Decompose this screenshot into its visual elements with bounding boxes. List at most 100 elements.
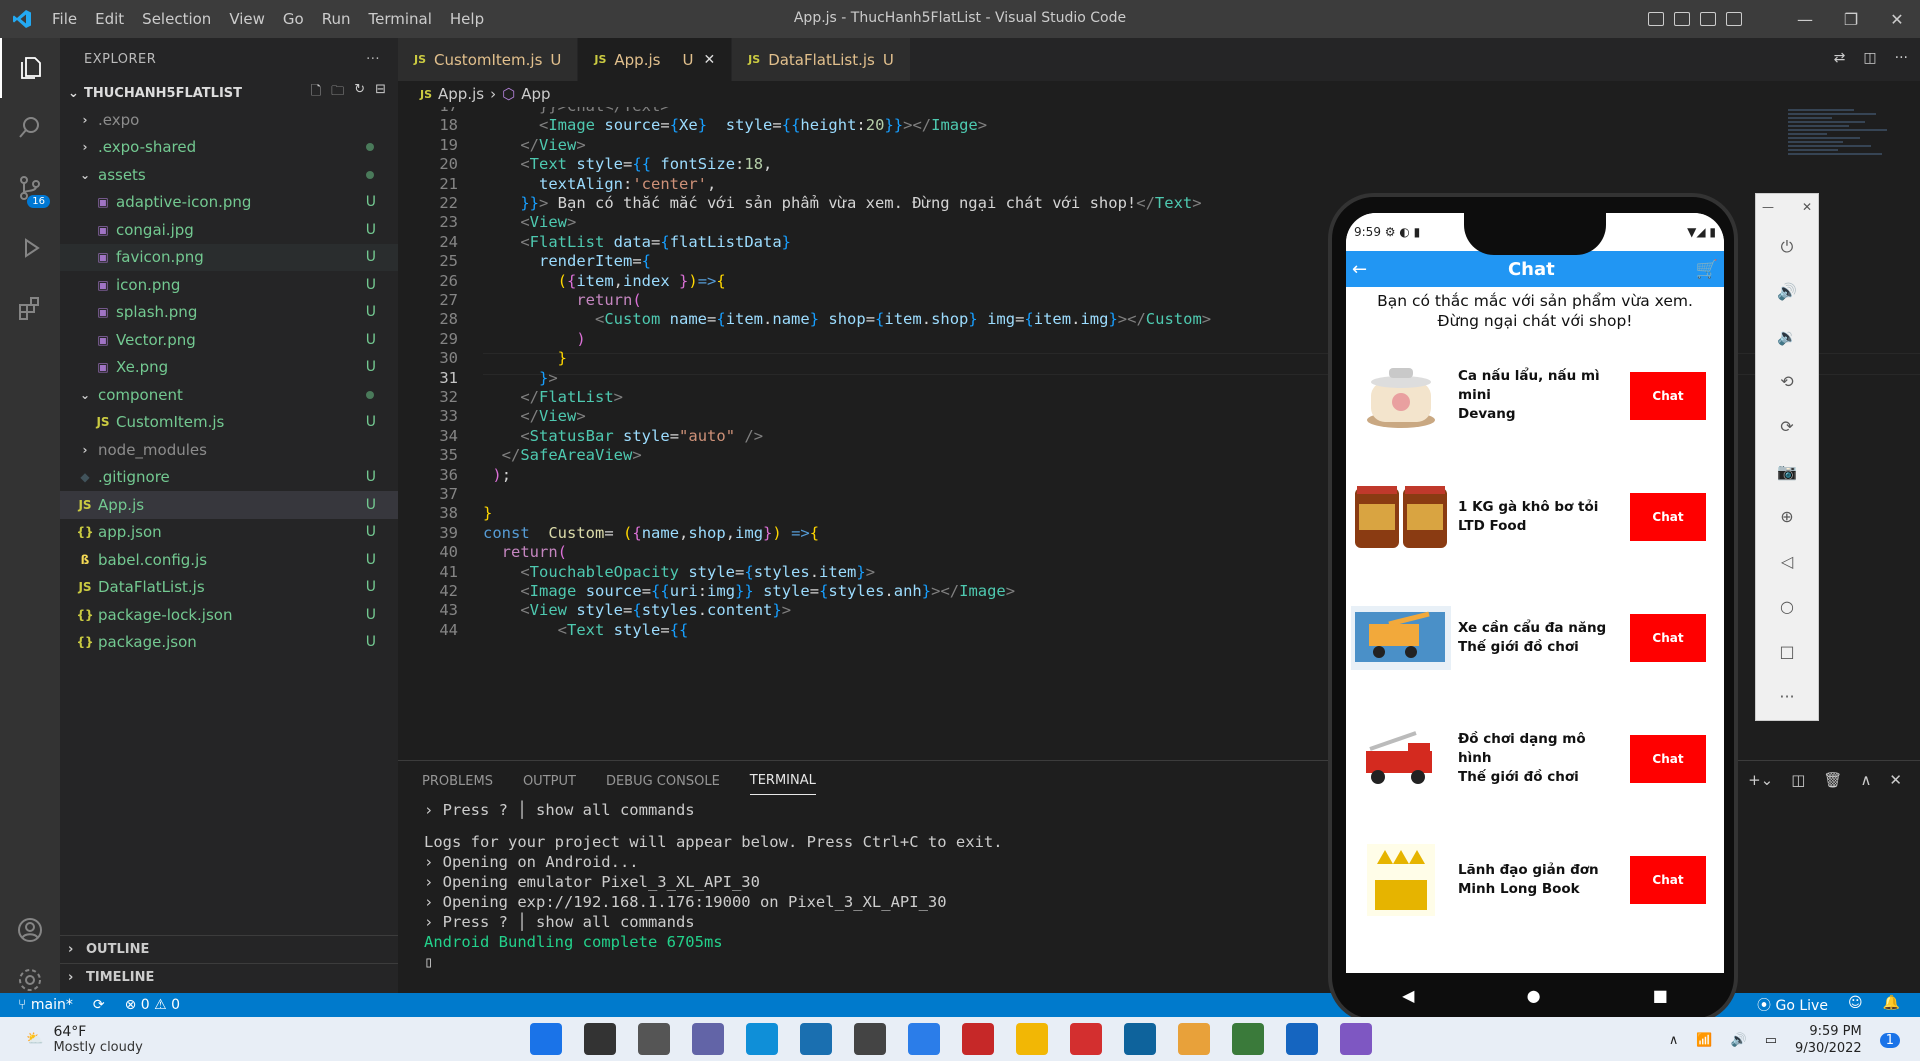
emulator-taskbar-icon[interactable]	[1340, 1023, 1372, 1055]
customize-layout-icon[interactable]	[1726, 12, 1742, 26]
vscode-taskbar-icon[interactable]	[1124, 1023, 1156, 1055]
rotate-left-icon[interactable]: ⟲	[1755, 359, 1819, 404]
close-tab-icon[interactable]: ✕	[703, 52, 715, 68]
source-control-icon[interactable]: 16	[0, 158, 60, 218]
phone-screen[interactable]: 9:59 ⚙ ◐ ▮ ▼◢ ▮ ← Chat 🛒 Bạn có thắc mắc…	[1346, 213, 1724, 973]
branch-indicator[interactable]: ⑂ main*	[18, 997, 73, 1013]
explorer-icon[interactable]	[0, 38, 60, 98]
tab-app[interactable]: JS App.js U ✕	[578, 38, 733, 81]
volume-down-icon[interactable]: 🔉	[1755, 314, 1819, 359]
tree-item[interactable]: ▣ favicon.png U	[60, 243, 398, 271]
tree-item[interactable]: ß babel.config.js U	[60, 546, 398, 574]
zalo-icon[interactable]	[1286, 1023, 1318, 1055]
chat-button[interactable]: Chat	[1630, 492, 1706, 541]
speaker-icon[interactable]: 🔊	[1731, 1033, 1747, 1048]
timeline-section[interactable]: › TIMELINE	[60, 963, 398, 991]
project-root[interactable]: ⌄ THUCHANH5FLATLIST 🗋 🗀 ↻ ⊟	[60, 80, 398, 106]
rotate-right-icon[interactable]: ⟳	[1755, 404, 1819, 449]
tree-item[interactable]: ▣ splash.png U	[60, 299, 398, 327]
new-file-icon[interactable]: 🗋	[311, 82, 321, 104]
teams-icon[interactable]	[692, 1023, 724, 1055]
tree-item[interactable]: {} package.json U	[60, 629, 398, 657]
menu-edit[interactable]: Edit	[87, 10, 132, 28]
chrome-icon[interactable]	[1178, 1023, 1210, 1055]
tab-terminal[interactable]: TERMINAL	[749, 773, 816, 795]
outline-section[interactable]: › OUTLINE	[60, 935, 398, 963]
sync-icon[interactable]: ⟳	[93, 997, 105, 1013]
tab-output[interactable]: OUTPUT	[523, 774, 576, 789]
menu-terminal[interactable]: Terminal	[361, 10, 440, 28]
menu-file[interactable]: File	[44, 10, 85, 28]
kill-terminal-icon[interactable]: 🗑	[1823, 771, 1842, 789]
tree-item[interactable]: › .expo-shared	[60, 134, 398, 162]
tree-item[interactable]: {} app.json U	[60, 519, 398, 547]
tree-item[interactable]: {} package-lock.json U	[60, 601, 398, 629]
new-folder-icon[interactable]: 🗀	[331, 82, 344, 104]
collapse-all-icon[interactable]: ⊟	[375, 82, 386, 104]
feedback-icon[interactable]: ☺	[1848, 995, 1863, 1015]
menu-go[interactable]: Go	[275, 10, 312, 28]
camera-icon[interactable]: 📷	[1755, 449, 1819, 494]
emulator-minimize-icon[interactable]: —	[1762, 200, 1774, 214]
tab-problems[interactable]: PROBLEMS	[422, 774, 493, 789]
search-taskbar-icon[interactable]	[584, 1023, 616, 1055]
back-icon[interactable]: ◁	[1755, 539, 1819, 584]
notifications-bell-icon[interactable]: 🔔	[1883, 995, 1900, 1015]
toggle-panel-icon[interactable]	[1674, 12, 1690, 26]
tab-customitem[interactable]: JS CustomItem.js U	[398, 38, 579, 81]
nav-recents-icon[interactable]: ■	[1653, 986, 1668, 1005]
menu-run[interactable]: Run	[314, 10, 359, 28]
tree-item[interactable]: ⌄ component	[60, 381, 398, 409]
minimize-button[interactable]: —	[1782, 0, 1828, 38]
nav-back-icon[interactable]: ◀	[1402, 986, 1414, 1005]
mcafee-icon[interactable]	[962, 1023, 994, 1055]
search-icon[interactable]	[0, 98, 60, 158]
split-editor-icon[interactable]: ◫	[1863, 50, 1876, 66]
tree-item[interactable]: JS App.js U	[60, 491, 398, 519]
store-icon[interactable]	[800, 1023, 832, 1055]
tree-item[interactable]: › node_modules	[60, 436, 398, 464]
breadcrumb-file[interactable]: App.js	[438, 85, 484, 103]
close-panel-icon[interactable]: ✕	[1889, 771, 1902, 789]
maximize-panel-icon[interactable]: ∧	[1860, 771, 1871, 789]
battery-icon[interactable]: ▭	[1765, 1033, 1777, 1048]
restore-button[interactable]: ❐	[1828, 0, 1874, 38]
breadcrumb-symbol[interactable]: App	[521, 85, 550, 103]
menu-help[interactable]: Help	[442, 10, 492, 28]
nav-home-icon[interactable]: ●	[1527, 986, 1541, 1005]
visual-studio-icon[interactable]	[908, 1023, 940, 1055]
notification-badge[interactable]: 1	[1879, 1032, 1900, 1048]
menu-selection[interactable]: Selection	[134, 10, 219, 28]
tree-item[interactable]: ▣ adaptive-icon.png U	[60, 189, 398, 217]
excel-icon[interactable]	[1232, 1023, 1264, 1055]
start-icon[interactable]	[530, 1023, 562, 1055]
refresh-icon[interactable]: ↻	[354, 82, 365, 104]
cart-icon[interactable]: 🛒	[1696, 259, 1718, 280]
split-terminal-icon[interactable]: ◫	[1791, 771, 1805, 789]
compare-changes-icon[interactable]: ⇄	[1834, 50, 1846, 66]
edge-icon[interactable]	[746, 1023, 778, 1055]
task-view-icon[interactable]	[638, 1023, 670, 1055]
file-explorer-icon[interactable]	[1016, 1023, 1048, 1055]
tree-item[interactable]: ◆ .gitignore U	[60, 464, 398, 492]
toggle-primary-sidebar-icon[interactable]	[1648, 12, 1664, 26]
run-debug-icon[interactable]	[0, 218, 60, 278]
weather-widget[interactable]: ⛅ 64°F Mostly cloudy	[0, 1024, 143, 1055]
tab-debug-console[interactable]: DEBUG CONSOLE	[606, 774, 720, 789]
tray-chevron-icon[interactable]: ∧	[1669, 1033, 1679, 1048]
volume-up-icon[interactable]: 🔊	[1755, 269, 1819, 314]
new-terminal-icon[interactable]: +⌄	[1748, 771, 1773, 789]
zoom-icon[interactable]: ⊕	[1755, 494, 1819, 539]
tree-item[interactable]: ▣ congai.jpg U	[60, 216, 398, 244]
home-icon[interactable]: ○	[1755, 584, 1819, 629]
chat-button[interactable]: Chat	[1630, 371, 1706, 420]
more-editor-actions-icon[interactable]: ···	[1895, 50, 1908, 66]
toggle-secondary-sidebar-icon[interactable]	[1700, 12, 1716, 26]
tree-item[interactable]: JS CustomItem.js U	[60, 409, 398, 437]
menu-view[interactable]: View	[221, 10, 273, 28]
problems-indicator[interactable]: ⊗ 0 ⚠ 0	[125, 997, 180, 1013]
chat-button[interactable]: Chat	[1630, 855, 1706, 904]
wps-icon[interactable]	[1070, 1023, 1102, 1055]
wifi-icon[interactable]: 📶	[1696, 1033, 1712, 1048]
tree-item[interactable]: ▣ Xe.png U	[60, 354, 398, 382]
